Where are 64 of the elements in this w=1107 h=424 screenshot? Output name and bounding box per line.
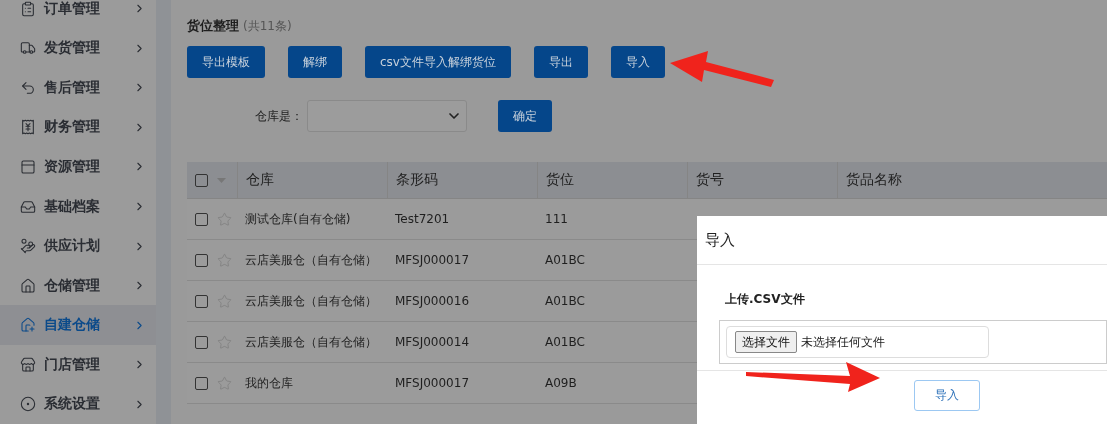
column-header: 货品名称: [837, 162, 1107, 198]
sidebar-item[interactable]: 仓储管理: [0, 265, 157, 306]
sidebar-item[interactable]: 财务管理: [0, 107, 157, 148]
column-header: 货号: [687, 162, 837, 198]
column-header: 仓库: [237, 162, 387, 198]
sidebar-item[interactable]: 自建仓储: [0, 305, 157, 345]
dialog-title: 导入: [705, 230, 735, 250]
row-checkbox[interactable]: [195, 294, 208, 308]
file-input-field[interactable]: 选择文件 未选择任何文件: [726, 326, 989, 358]
house-plus-icon: [20, 317, 36, 334]
table-cell-text: 测试仓库(自有仓储): [244, 210, 352, 228]
table-cell-text: Test7201: [394, 212, 451, 226]
upload-label: 上传.CSV文件: [725, 291, 806, 308]
table-cell-text: MFSJ000017: [394, 376, 470, 390]
toolbar-button[interactable]: 导入: [610, 46, 665, 78]
file-status: 未选择任何文件: [801, 333, 885, 351]
column-header: 货位: [537, 162, 687, 198]
sort-icon: [217, 177, 226, 183]
select-all-checkbox[interactable]: [195, 173, 208, 187]
sidebar-item[interactable]: 门店管理: [0, 344, 157, 385]
table-cell-text: MFSJ000016: [394, 294, 470, 308]
filter-label: 仓库是：: [255, 107, 304, 125]
choose-file-button[interactable]: 选择文件: [735, 331, 797, 353]
row-checkbox[interactable]: [195, 212, 208, 226]
toolbar-button[interactable]: csv文件导入解绑货位: [365, 46, 511, 78]
undo-icon: [20, 79, 36, 96]
store-icon: [20, 356, 36, 373]
row-checkbox[interactable]: [195, 253, 208, 267]
sidebar-item[interactable]: 供应计划: [0, 226, 157, 266]
table-cell-text: 我的仓库: [244, 374, 294, 392]
record-count: (共11条): [243, 18, 292, 35]
confirm-button[interactable]: 确定: [498, 100, 552, 132]
table-cell-text: A01BC: [544, 294, 586, 308]
inbox-icon: [20, 198, 36, 215]
row-checkbox[interactable]: [195, 376, 208, 390]
table-cell-text: MFSJ000017: [394, 253, 470, 267]
import-button[interactable]: 导入: [914, 380, 980, 411]
truck-icon: [20, 40, 36, 57]
table-cell-text: MFSJ000014: [394, 335, 470, 349]
receipt-icon: [20, 119, 36, 136]
toolbar-button[interactable]: 导出: [533, 46, 588, 78]
sidebar-item[interactable]: 发货管理: [0, 28, 157, 69]
clipboard-icon: [20, 0, 36, 17]
table-cell-text: 云店美服仓（自有仓储）: [244, 333, 378, 351]
table-cell-text: 云店美服仓（自有仓储）: [244, 251, 378, 269]
sidebar-item[interactable]: 资源管理: [0, 147, 157, 187]
table-cell-text: A09B: [544, 376, 578, 390]
table-cell-text: A01BC: [544, 253, 586, 267]
column-header: 条形码: [387, 162, 537, 198]
sidebar-item[interactable]: 订单管理: [0, 0, 157, 29]
sidebar-item[interactable]: 系统设置: [0, 384, 157, 424]
table-cell-text: A01BC: [544, 335, 586, 349]
table-cell-text: 云店美服仓（自有仓储）: [244, 292, 378, 310]
toolbar-button[interactable]: 解绑: [288, 46, 342, 78]
toolbar-button[interactable]: 导出模板: [187, 46, 265, 78]
table-cell-text: 111: [544, 212, 569, 226]
row-checkbox[interactable]: [195, 335, 208, 349]
sidebar-item[interactable]: 基础档案: [0, 186, 157, 227]
house-icon: [20, 277, 36, 294]
page-title: 货位整理: [187, 17, 239, 35]
panel-icon: [20, 158, 36, 175]
hand-coins-icon: [20, 238, 36, 255]
circle-dot-icon: [20, 396, 36, 413]
sidebar-item[interactable]: 售后管理: [0, 68, 157, 108]
